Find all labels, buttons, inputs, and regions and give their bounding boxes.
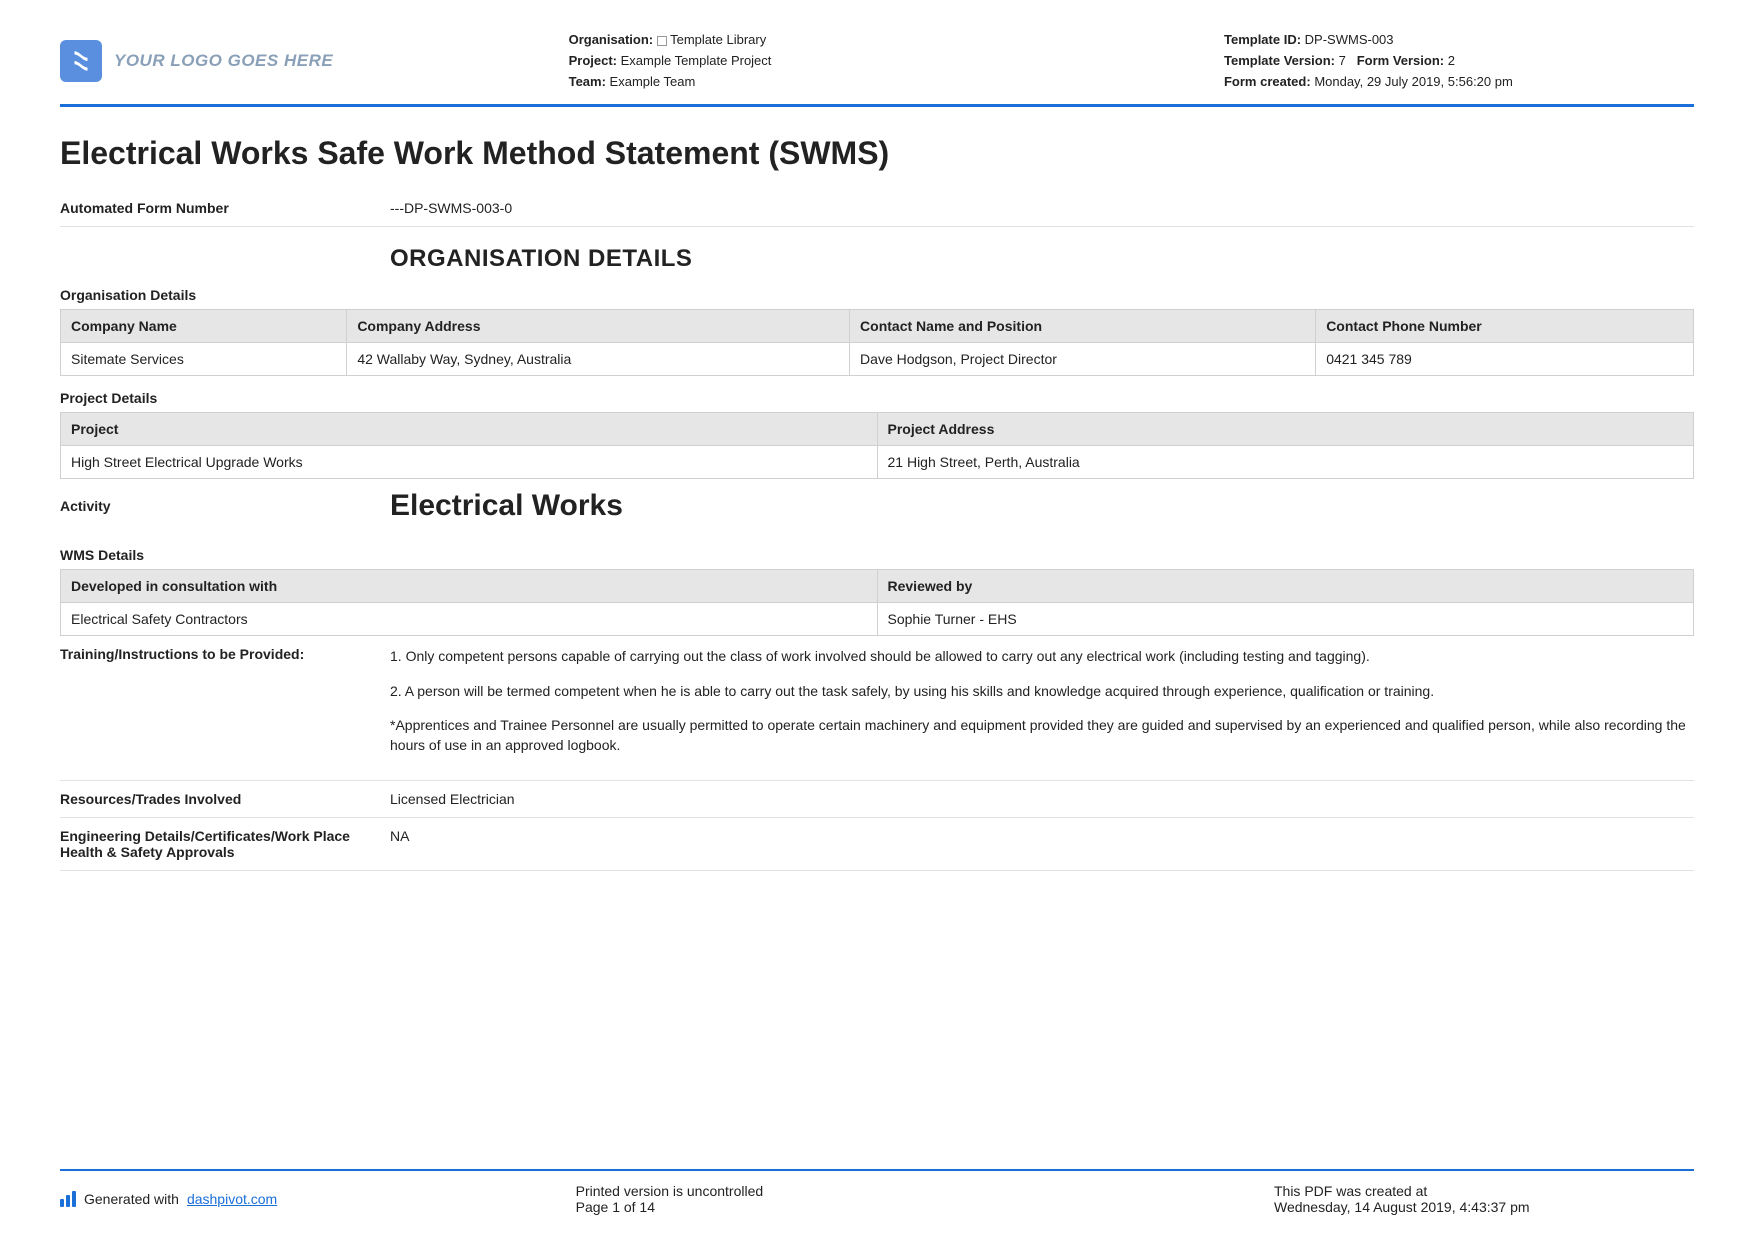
wms-details-table: Developed in consultation with Reviewed …	[60, 569, 1694, 636]
resources-row: Resources/Trades Involved Licensed Elect…	[60, 781, 1694, 818]
header-meta-left: Organisation: Template Library Project: …	[569, 30, 989, 92]
document-title: Electrical Works Safe Work Method Statem…	[60, 135, 1694, 172]
form-number-value: ---DP-SWMS-003-0	[390, 200, 1694, 216]
training-row: Training/Instructions to be Provided: 1.…	[60, 636, 1694, 780]
form-version-label: Form Version:	[1357, 53, 1444, 68]
table-header-row: Company Name Company Address Contact Nam…	[61, 310, 1694, 343]
th-company-address: Company Address	[347, 310, 850, 343]
th-reviewed: Reviewed by	[877, 570, 1694, 603]
project-value: Example Template Project	[621, 53, 772, 68]
training-p3: *Apprentices and Trainee Personnel are u…	[390, 715, 1694, 756]
organisation-value: Template Library	[670, 32, 766, 47]
page-footer: Generated with dashpivot.com Printed ver…	[60, 1169, 1694, 1215]
created-label: This PDF was created at	[1274, 1183, 1694, 1199]
project-details-table: Project Project Address High Street Elec…	[60, 412, 1694, 479]
table-row: Electrical Safety Contractors Sophie Tur…	[61, 603, 1694, 636]
training-value: 1. Only competent persons capable of car…	[390, 646, 1694, 769]
td-developed: Electrical Safety Contractors	[61, 603, 878, 636]
form-number-label: Automated Form Number	[60, 200, 390, 216]
resources-label: Resources/Trades Involved	[60, 791, 390, 807]
activity-row: Activity Electrical Works	[60, 479, 1694, 533]
training-p2: 2. A person will be termed competent whe…	[390, 681, 1694, 701]
header-meta-right: Template ID: DP-SWMS-003 Template Versio…	[1224, 30, 1694, 92]
page-header: YOUR LOGO GOES HERE Organisation: Templa…	[60, 30, 1694, 107]
td-project-address: 21 High Street, Perth, Australia	[877, 446, 1694, 479]
template-version-value: 7	[1339, 53, 1346, 68]
footer-right: This PDF was created at Wednesday, 14 Au…	[1274, 1183, 1694, 1215]
template-id-label: Template ID:	[1224, 32, 1301, 47]
table-row: Sitemate Services 42 Wallaby Way, Sydney…	[61, 343, 1694, 376]
td-company-address: 42 Wallaby Way, Sydney, Australia	[347, 343, 850, 376]
td-contact-phone: 0421 345 789	[1316, 343, 1694, 376]
td-company-name: Sitemate Services	[61, 343, 347, 376]
logo-icon	[60, 40, 102, 82]
th-project-address: Project Address	[877, 413, 1694, 446]
printed-uncontrolled: Printed version is uncontrolled	[576, 1183, 976, 1199]
th-project: Project	[61, 413, 878, 446]
table-header-row: Developed in consultation with Reviewed …	[61, 570, 1694, 603]
team-label: Team:	[569, 74, 606, 89]
td-project: High Street Electrical Upgrade Works	[61, 446, 878, 479]
page-number: Page 1 of 14	[576, 1199, 976, 1215]
org-details-table: Company Name Company Address Contact Nam…	[60, 309, 1694, 376]
td-contact-name: Dave Hodgson, Project Director	[850, 343, 1316, 376]
org-details-subhead: Organisation Details	[60, 287, 1694, 303]
td-reviewed: Sophie Turner - EHS	[877, 603, 1694, 636]
form-version-value: 2	[1448, 53, 1455, 68]
logo-placeholder-text: YOUR LOGO GOES HERE	[114, 51, 333, 71]
footer-left: Generated with dashpivot.com	[60, 1183, 277, 1215]
project-details-subhead: Project Details	[60, 390, 1694, 406]
form-created-value: Monday, 29 July 2019, 5:56:20 pm	[1314, 74, 1513, 89]
form-number-row: Automated Form Number ---DP-SWMS-003-0	[60, 190, 1694, 227]
th-developed: Developed in consultation with	[61, 570, 878, 603]
header-logo-area: YOUR LOGO GOES HERE	[60, 30, 333, 92]
bar-chart-icon	[60, 1191, 76, 1207]
training-label: Training/Instructions to be Provided:	[60, 646, 390, 769]
generated-prefix: Generated with	[84, 1191, 179, 1207]
th-contact-phone: Contact Phone Number	[1316, 310, 1694, 343]
training-p1: 1. Only competent persons capable of car…	[390, 646, 1694, 666]
project-label: Project:	[569, 53, 617, 68]
section-title-organisation: ORGANISATION DETAILS	[60, 245, 1694, 273]
template-version-label: Template Version:	[1224, 53, 1335, 68]
organisation-label: Organisation:	[569, 32, 654, 47]
activity-value: Electrical Works	[390, 489, 1694, 523]
dashpivot-link[interactable]: dashpivot.com	[187, 1191, 277, 1207]
resources-value: Licensed Electrician	[390, 791, 1694, 807]
created-value: Wednesday, 14 August 2019, 4:43:37 pm	[1274, 1199, 1694, 1215]
table-row: High Street Electrical Upgrade Works 21 …	[61, 446, 1694, 479]
table-header-row: Project Project Address	[61, 413, 1694, 446]
team-value: Example Team	[610, 74, 696, 89]
checkbox-icon	[657, 36, 667, 46]
form-created-label: Form created:	[1224, 74, 1311, 89]
activity-label: Activity	[60, 498, 390, 514]
th-contact-name: Contact Name and Position	[850, 310, 1316, 343]
wms-details-subhead: WMS Details	[60, 547, 1694, 563]
engineering-label: Engineering Details/Certificates/Work Pl…	[60, 828, 390, 860]
engineering-row: Engineering Details/Certificates/Work Pl…	[60, 818, 1694, 871]
th-company-name: Company Name	[61, 310, 347, 343]
engineering-value: NA	[390, 828, 1694, 860]
footer-mid: Printed version is uncontrolled Page 1 o…	[576, 1183, 976, 1215]
template-id-value: DP-SWMS-003	[1305, 32, 1394, 47]
